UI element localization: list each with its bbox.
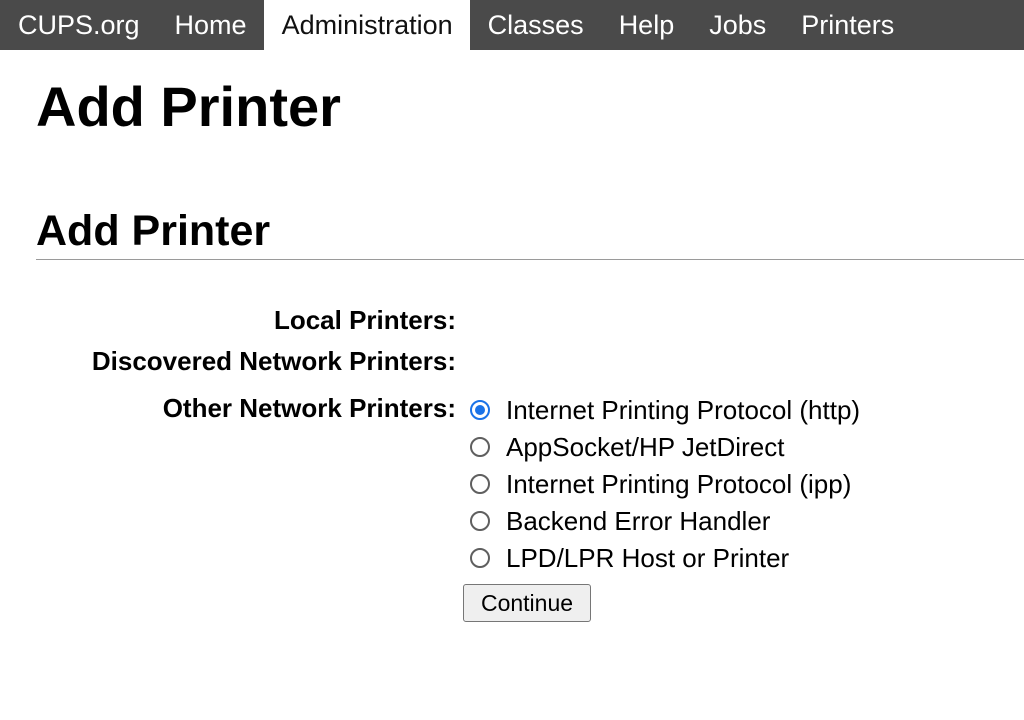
nav-item-cups-org[interactable]: CUPS.org	[0, 0, 157, 50]
radio-button-appsocket[interactable]	[470, 437, 490, 457]
radio-option-ipp[interactable]: Internet Printing Protocol (ipp)	[470, 467, 851, 501]
radio-option-ipp-http[interactable]: Internet Printing Protocol (http)	[470, 393, 860, 427]
local-printers-label: Local Printers:	[273, 305, 456, 335]
radio-label-lpd-lpr: LPD/LPR Host or Printer	[506, 543, 790, 573]
other-network-printers-label: Other Network Printers:	[162, 393, 456, 423]
radio-button-lpd-lpr[interactable]	[470, 548, 490, 568]
radio-button-backend-error-handler[interactable]	[470, 511, 490, 531]
top-navigation-bar: CUPS.org Home Administration Classes Hel…	[0, 0, 1024, 50]
radio-label-ipp-http: Internet Printing Protocol (http)	[506, 395, 861, 425]
nav-item-help[interactable]: Help	[601, 0, 692, 50]
radio-label-backend-error-handler: Backend Error Handler	[506, 506, 771, 536]
section-title: Add Printer	[36, 207, 271, 255]
nav-item-home[interactable]: Home	[157, 0, 264, 50]
nav-item-jobs[interactable]: Jobs	[691, 0, 783, 50]
radio-option-lpd-lpr[interactable]: LPD/LPR Host or Printer	[470, 541, 789, 575]
nav-item-administration[interactable]: Administration	[263, 0, 470, 50]
section-divider	[36, 259, 1024, 260]
radio-option-backend-error-handler[interactable]: Backend Error Handler	[470, 504, 770, 538]
radio-label-ipp: Internet Printing Protocol (ipp)	[506, 469, 852, 499]
page-title: Add Printer	[36, 75, 341, 138]
radio-label-appsocket: AppSocket/HP JetDirect	[506, 432, 785, 462]
discovered-network-printers-label: Discovered Network Printers:	[91, 346, 456, 376]
nav-item-printers[interactable]: Printers	[783, 0, 911, 50]
nav-item-classes[interactable]: Classes	[470, 0, 601, 50]
radio-option-appsocket[interactable]: AppSocket/HP JetDirect	[470, 430, 784, 464]
radio-button-ipp-http[interactable]	[470, 400, 490, 420]
radio-button-ipp[interactable]	[470, 474, 490, 494]
continue-button[interactable]: Continue	[463, 584, 591, 622]
